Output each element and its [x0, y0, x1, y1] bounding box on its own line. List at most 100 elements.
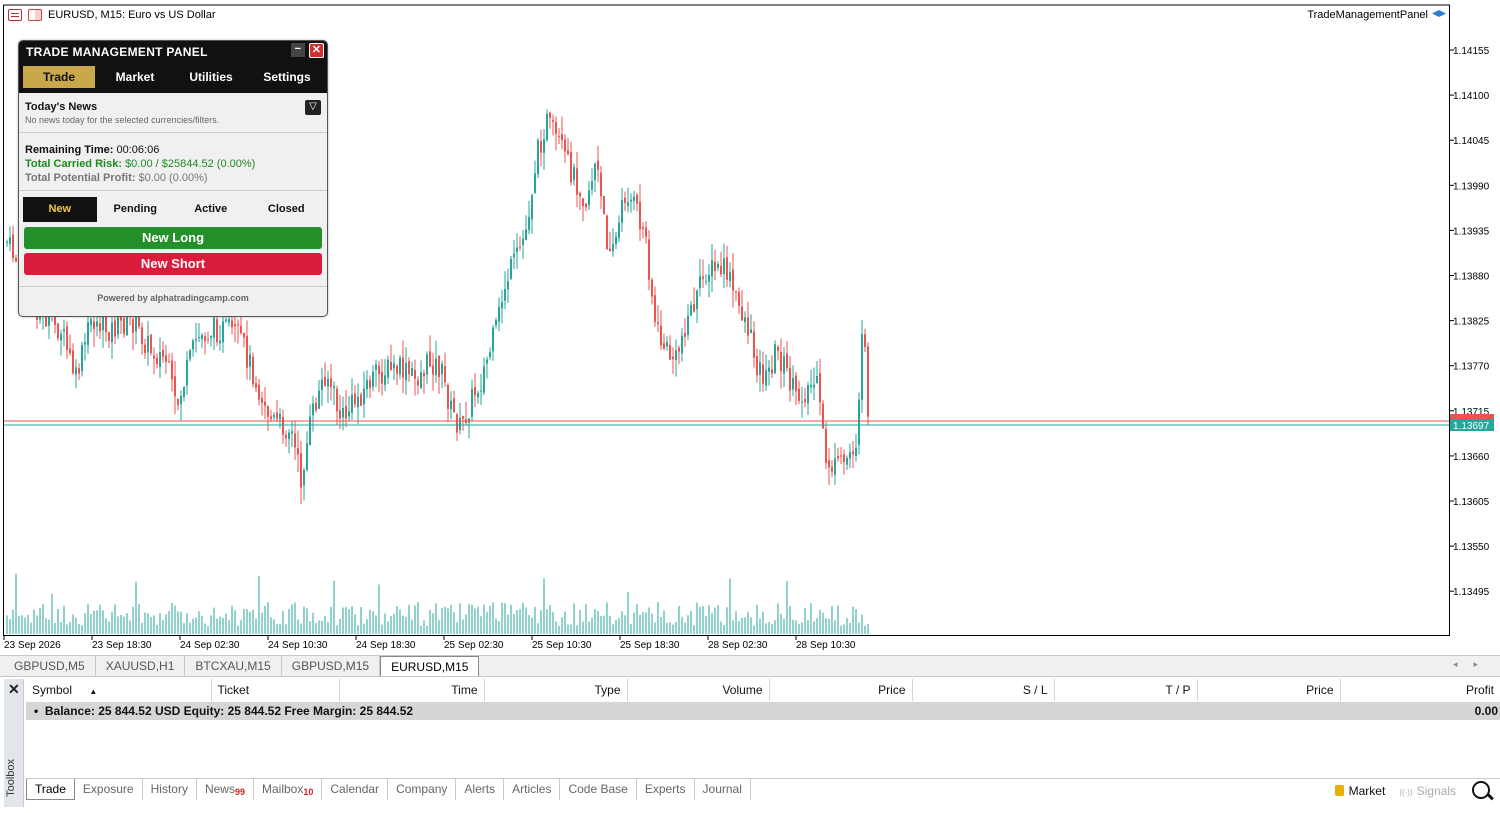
tab-market[interactable]: Market — [99, 66, 171, 88]
candle-body — [618, 222, 620, 239]
candle-body — [183, 386, 185, 398]
order-tab-pending[interactable]: Pending — [99, 197, 173, 222]
candle-body — [114, 320, 116, 337]
candle-body — [207, 338, 209, 340]
toolbox-tab-journal[interactable]: Journal — [695, 779, 751, 800]
candle-body — [543, 139, 545, 153]
order-tab-active[interactable]: Active — [174, 197, 248, 222]
candle-body — [531, 195, 533, 220]
close-toolbox-icon[interactable]: ✕ — [8, 681, 20, 698]
minimize-button[interactable]: − — [291, 43, 305, 57]
remaining-value: 00:06:06 — [116, 144, 160, 156]
candle-body — [510, 258, 512, 279]
candle-body — [228, 319, 230, 323]
candle-body — [624, 197, 626, 203]
col-price[interactable]: Price — [769, 679, 913, 701]
price-tick-label: 1.13935 — [1453, 226, 1490, 237]
candle-body — [606, 215, 608, 250]
candle-body — [381, 371, 383, 384]
col-symbol[interactable]: Symbol ▲ — [26, 679, 212, 701]
candle-body — [651, 279, 653, 297]
panel-header[interactable]: TRADE MANAGEMENT PANEL − ✕ — [19, 41, 327, 61]
chart-tab[interactable]: GBPUSD,M15 — [282, 656, 381, 676]
toolbox-tab-experts[interactable]: Experts — [637, 779, 695, 800]
zoom-icon[interactable] — [1470, 779, 1496, 805]
toolbox-tab-alerts[interactable]: Alerts — [456, 779, 505, 800]
candle-body — [456, 414, 458, 433]
toolbox-tab-trade[interactable]: Trade — [26, 779, 75, 800]
col-time[interactable]: Time — [339, 679, 485, 701]
new-short-button[interactable]: New Short — [24, 253, 322, 275]
candle-body — [387, 359, 389, 378]
chart-area[interactable]: 1.14155 1.14100 1.14045 1.13990 1.13935 1.138… — [0, 0, 1500, 655]
candle-body — [201, 334, 203, 340]
candle-body — [153, 355, 155, 359]
menu-icon[interactable] — [8, 9, 22, 21]
candle-body — [135, 316, 137, 332]
toolbox-tab-articles[interactable]: Articles — [504, 779, 561, 800]
candle-body — [138, 315, 140, 327]
tab-trade[interactable]: Trade — [23, 66, 95, 88]
market-link[interactable]: Market — [1335, 779, 1386, 805]
close-button[interactable]: ✕ — [309, 43, 324, 58]
candle-body — [795, 375, 797, 392]
candle-body — [351, 394, 353, 413]
toolbox-tab-news[interactable]: News99 — [197, 779, 254, 800]
candle-body — [72, 350, 74, 374]
candle-body — [837, 455, 839, 459]
order-tab-new[interactable]: New — [23, 197, 97, 222]
candle-body — [180, 395, 182, 405]
toolbox-tab-company[interactable]: Company — [388, 779, 457, 800]
filter-icon[interactable]: ▽ — [305, 100, 321, 115]
chart-tab[interactable]: GBPUSD,M5 — [4, 656, 96, 676]
col-sl[interactable]: S / L — [912, 679, 1055, 701]
graduation-cap-icon — [1432, 10, 1446, 17]
tab-scroll-arrows-icon[interactable]: ◂▸ — [1453, 659, 1494, 670]
toolbox-tab-mailbox[interactable]: Mailbox10 — [254, 779, 323, 800]
candle-body — [177, 398, 179, 405]
chart-tab[interactable]: BTCXAU,M15 — [185, 656, 282, 676]
toolbox-tab-code-base[interactable]: Code Base — [560, 779, 637, 800]
candle-body — [66, 326, 68, 350]
col-type[interactable]: Type — [484, 679, 628, 701]
candle-body — [708, 275, 710, 282]
candle-body — [363, 388, 365, 405]
toolbox-tab-exposure[interactable]: Exposure — [75, 779, 143, 800]
candle-body — [672, 356, 674, 360]
one-click-trading-icon[interactable] — [28, 9, 42, 21]
candle-body — [414, 369, 416, 379]
chart-tab-active[interactable]: EURUSD,M15 — [380, 656, 480, 676]
volume-series — [6, 573, 869, 634]
col-current-price[interactable]: Price — [1197, 679, 1341, 701]
risk-label: Total Carried Risk: — [25, 158, 122, 170]
candle-body — [147, 335, 149, 353]
profit-label: Total Potential Profit: — [25, 172, 136, 184]
new-long-button[interactable]: New Long — [24, 227, 322, 249]
order-tab-closed[interactable]: Closed — [250, 197, 324, 222]
expert-advisor-label[interactable]: TradeManagementPanel — [1307, 9, 1446, 21]
candle-body — [564, 139, 566, 152]
col-tp[interactable]: T / P — [1054, 679, 1198, 701]
candle-body — [807, 385, 809, 404]
chart-tab[interactable]: XAUUSD,H1 — [96, 656, 186, 676]
balance-row[interactable]: • Balance: 25 844.52 USD Equity: 25 844.… — [26, 702, 1500, 720]
candle-body — [237, 324, 239, 326]
candle-body — [435, 358, 437, 376]
candle-body — [855, 447, 857, 456]
candle-body — [555, 122, 557, 134]
candle-body — [132, 319, 134, 334]
col-profit[interactable]: Profit — [1340, 679, 1500, 701]
candle-body — [516, 247, 518, 252]
col-volume[interactable]: Volume — [627, 679, 770, 701]
tab-label: Alerts — [464, 782, 496, 796]
toolbox-tab-history[interactable]: History — [143, 779, 197, 800]
signals-link[interactable]: Signals — [1399, 779, 1456, 805]
price-tick-label: 1.13825 — [1453, 317, 1490, 328]
candle-body — [738, 292, 740, 306]
tab-settings[interactable]: Settings — [251, 66, 323, 88]
tab-utilities[interactable]: Utilities — [175, 66, 247, 88]
candle-body — [291, 431, 293, 434]
toolbox-tab-calendar[interactable]: Calendar — [322, 779, 389, 800]
candle-body — [537, 139, 539, 175]
col-ticket[interactable]: Ticket — [211, 679, 340, 701]
